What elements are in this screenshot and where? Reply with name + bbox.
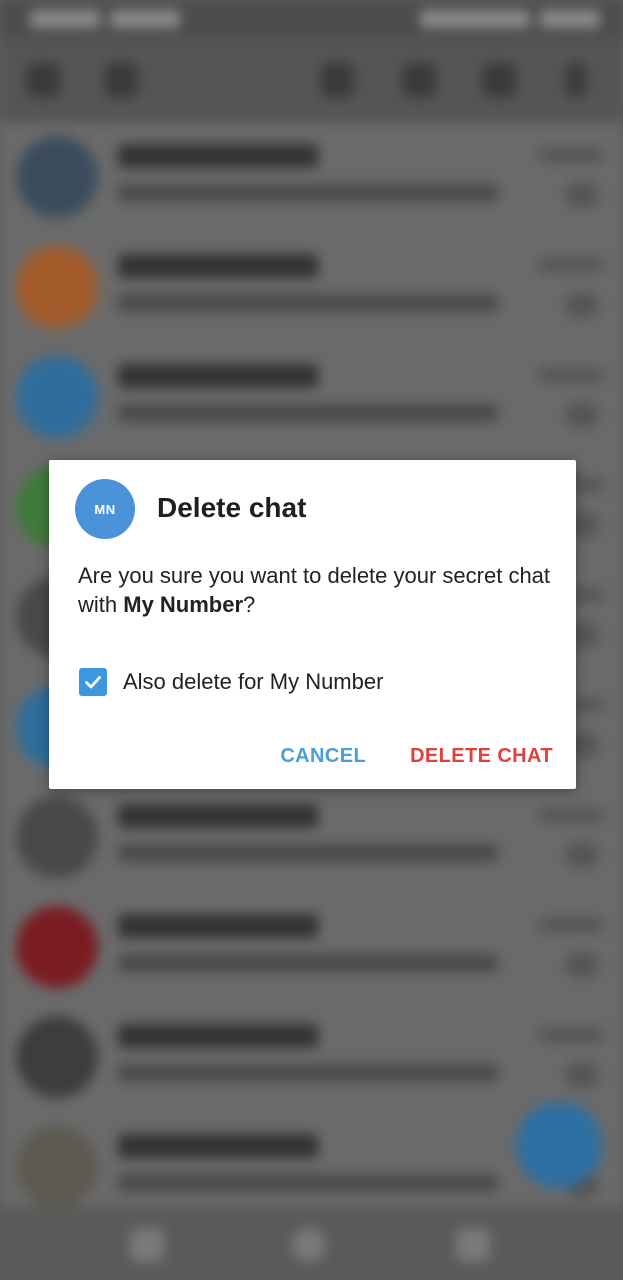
chat-avatar [16,1016,98,1098]
chat-preview-placeholder [118,1174,498,1192]
cancel-button[interactable]: CANCEL [280,745,366,768]
chat-row [0,1002,623,1112]
app-toolbar [0,38,623,122]
chat-preview-placeholder [118,1064,498,1082]
recents-icon [130,1228,164,1262]
delete-chat-button[interactable]: DELETE CHAT [410,745,553,768]
more-icon [566,63,586,97]
chat-badge-placeholder [565,1062,599,1088]
system-nav-bar [0,1206,623,1280]
chat-title-placeholder [118,144,318,168]
chat-title-placeholder [118,364,318,388]
chat-title-placeholder [118,1024,318,1048]
back-icon [456,1228,490,1262]
chat-row [0,232,623,342]
chat-badge-placeholder [565,952,599,978]
chat-avatar [16,1126,98,1208]
chat-title-placeholder [118,254,318,278]
delete-icon [482,63,516,97]
chat-preview-placeholder [118,954,498,972]
also-delete-checkbox[interactable] [79,668,107,696]
chat-avatar [16,906,98,988]
chat-title-placeholder [118,1134,318,1158]
chat-badge-placeholder [565,182,599,208]
status-bar [0,0,623,38]
chat-row [0,892,623,1002]
chat-title-placeholder [118,914,318,938]
delete-chat-dialog: MN Delete chat Are you sure you want to … [49,460,576,789]
dialog-actions: CANCEL DELETE CHAT [280,745,553,768]
message-suffix: ? [243,592,256,617]
chat-time-placeholder [539,918,603,932]
chat-time-placeholder [539,1028,603,1042]
chat-time-placeholder [539,258,603,272]
archive-icon [402,63,436,97]
home-icon [292,1228,326,1262]
chat-time-placeholder [539,808,603,822]
chat-badge-placeholder [565,402,599,428]
dialog-message: Are you sure you want to delete your sec… [78,561,558,619]
chat-avatar [16,246,98,328]
chat-time-placeholder [539,148,603,162]
compose-fab [516,1102,602,1188]
chat-badge-placeholder [565,292,599,318]
selection-count [104,63,138,97]
chat-preview-placeholder [118,404,498,422]
chat-time-placeholder [539,368,603,382]
pin-icon [320,63,354,97]
chat-row [0,122,623,232]
checkmark-icon [85,676,101,689]
chat-avatar [16,356,98,438]
also-delete-option[interactable]: Also delete for My Number [79,667,383,697]
chat-avatar [16,796,98,878]
chat-avatar [16,136,98,218]
message-contact-name: My Number [123,592,244,617]
close-icon [26,63,60,97]
chat-preview-placeholder [118,184,498,202]
chat-row [0,342,623,452]
checkbox-label: Also delete for My Number [123,669,384,694]
chat-row [0,782,623,892]
chat-preview-placeholder [118,844,498,862]
chat-preview-placeholder [118,294,498,312]
avatar: MN [75,479,135,539]
chat-title-placeholder [118,804,318,828]
chat-badge-placeholder [565,842,599,868]
dialog-title: Delete chat [157,492,307,523]
